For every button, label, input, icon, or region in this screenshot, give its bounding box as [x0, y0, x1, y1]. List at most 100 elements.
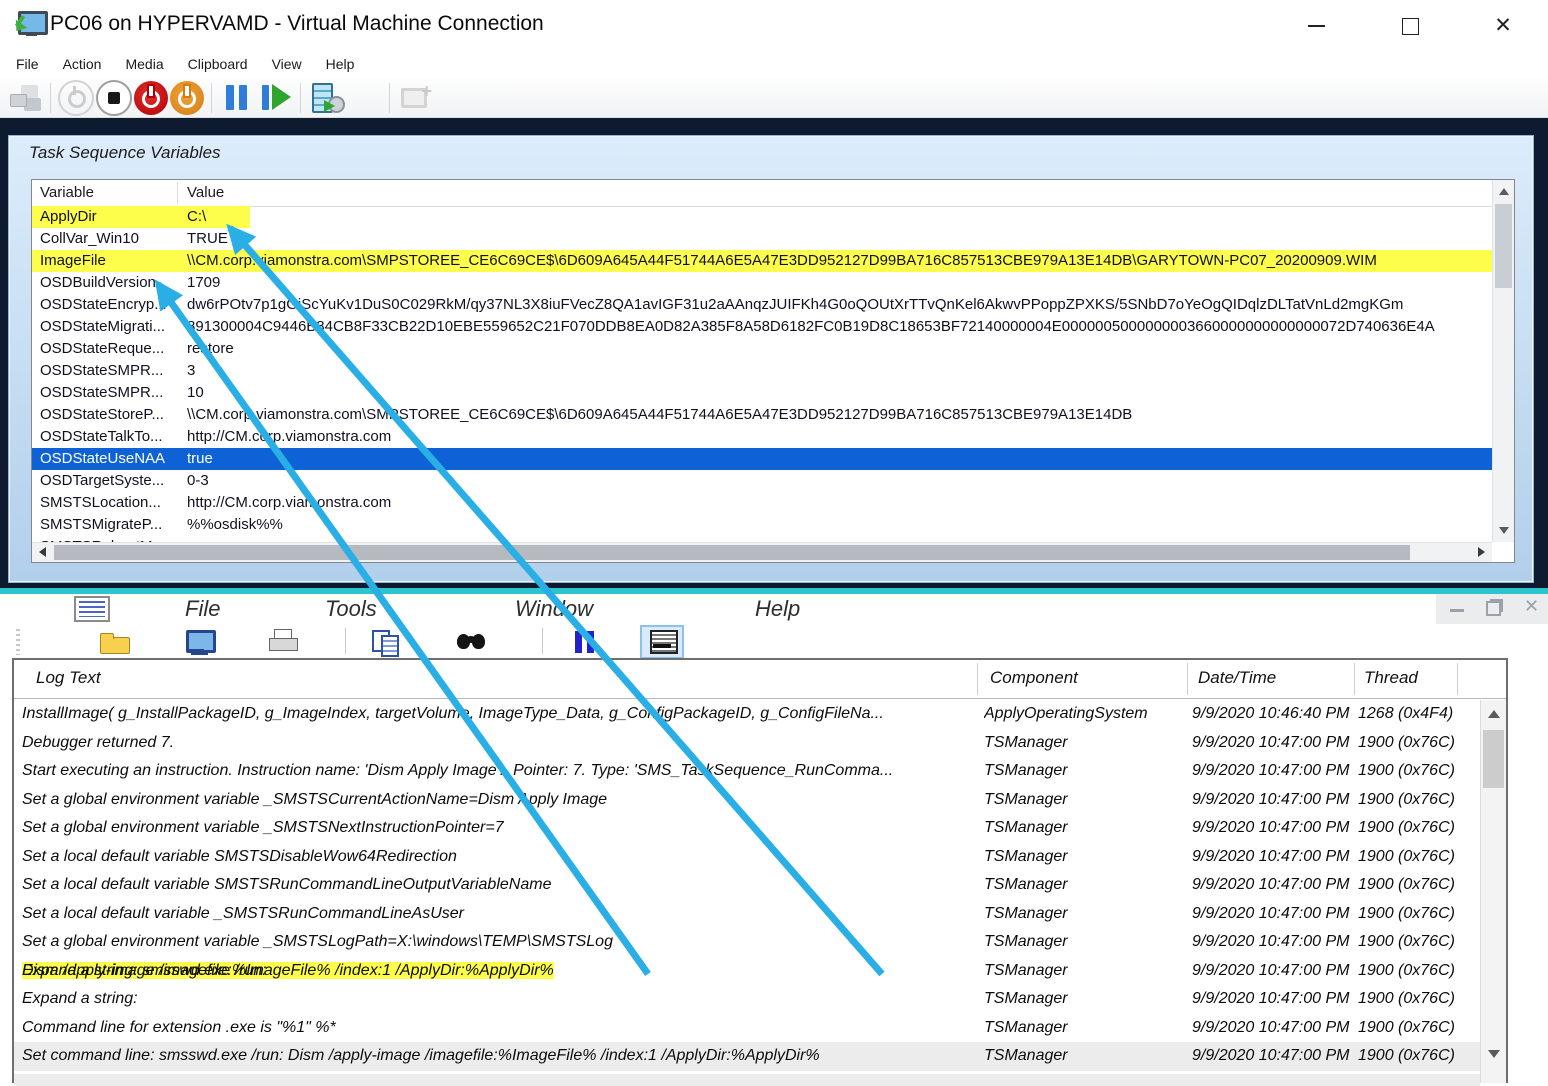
ts-horizontal-scrollbar[interactable] — [32, 542, 1492, 562]
menu-item-view[interactable]: View — [272, 56, 302, 72]
log-row[interactable]: Set a local default variable SMSTSRunCom… — [14, 871, 1480, 900]
ts-variable-row[interactable]: OSDStateStoreP...\\CM.corp.viamonstra.co… — [32, 404, 1492, 426]
menu-item-media[interactable]: Media — [125, 56, 163, 72]
find-icon[interactable] — [452, 627, 492, 657]
toolbar-separator — [389, 83, 390, 113]
minimize-button[interactable] — [1302, 14, 1332, 38]
log-row[interactable]: Set command line: smsswd.exe /run: Dism … — [14, 1042, 1480, 1071]
cmtrace-menu-item-window[interactable]: Window — [515, 594, 593, 624]
ts-variable-name: CollVar_Win10 — [40, 228, 178, 250]
ts-variable-row[interactable]: OSDStateReque...restore — [32, 338, 1492, 360]
checkpoint-icon[interactable] — [308, 80, 344, 116]
power-disabled-icon[interactable] — [58, 80, 94, 116]
cmtrace-restore-button[interactable] — [1486, 601, 1501, 616]
bottom-icon[interactable] — [640, 625, 684, 659]
ts-variable-value: %%osdisk%% — [187, 514, 1492, 536]
log-row[interactable]: Set a global environment variable _SMSTS… — [14, 814, 1480, 843]
log-component-cell: TSManager — [984, 900, 1184, 929]
turnoff-icon[interactable] — [134, 81, 168, 115]
log-row[interactable]: Command line for extension .exe is "%1" … — [14, 1014, 1480, 1043]
vertical-scroll-thumb[interactable] — [1495, 204, 1512, 288]
ts-variable-row[interactable]: ImageFile\\CM.corp.viamonstra.com\SMPSTO… — [32, 250, 1492, 272]
log-thread-cell: 1900 (0x76C) — [1358, 985, 1478, 1014]
ts-variable-name: ApplyDir — [40, 206, 178, 228]
ts-variable-row[interactable]: OSDBuildVersion1709 — [32, 272, 1492, 294]
log-component-cell: TSManager — [984, 928, 1184, 957]
menu-item-action[interactable]: Action — [63, 56, 102, 72]
log-rows-container: InstallImage( g_InstallPackageID, g_Imag… — [14, 660, 1506, 1083]
log-datetime-cell: 9/9/2020 10:47:00 PM — [1192, 814, 1352, 843]
ts-variable-row[interactable]: SMSTSMigrateP...%%osdisk%% — [32, 514, 1492, 536]
log-row[interactable]: Set a local default variable SMSTSDisabl… — [14, 843, 1480, 872]
ts-variable-row[interactable]: OSDStateEncryp...dw6rPOtv7p1gGiScYuKv1Du… — [32, 294, 1492, 316]
log-row[interactable]: Debugger returned 7.TSManager9/9/2020 10… — [14, 729, 1480, 758]
enhanced-icon[interactable] — [397, 80, 433, 116]
vertical-scroll-thumb[interactable] — [1483, 730, 1504, 788]
log-text-cell: Command line for extension .exe is "%1" … — [22, 1014, 968, 1043]
log-text-cell: Set a global environment variable _SMSTS… — [22, 814, 968, 843]
revert-icon[interactable] — [346, 80, 382, 116]
ts-variable-value: http://CM.corp.viamonstra.com — [187, 492, 1492, 514]
log-component-cell: ApplyOperatingSystem — [984, 700, 1184, 729]
ts-variable-row[interactable]: ApplyDirC:\ — [32, 206, 1492, 228]
ts-variable-row[interactable]: SMSTSLocation...http://CM.corp.viamonstr… — [32, 492, 1492, 514]
log-component-cell: TSManager — [984, 957, 1184, 986]
ts-variable-row[interactable]: OSDStateSMPR...10 — [32, 382, 1492, 404]
column-header-variable[interactable]: Variable — [40, 184, 94, 201]
start-icon[interactable] — [170, 81, 204, 115]
log-row[interactable]: Expand a string:TSManager9/9/2020 10:47:… — [14, 985, 1480, 1014]
column-separator[interactable] — [177, 182, 178, 204]
log-row[interactable]: Set a global environment variable _SMSTS… — [14, 928, 1480, 957]
scroll-up-arrow-icon[interactable] — [1488, 710, 1500, 718]
print-icon[interactable] — [264, 627, 304, 657]
ts-variable-row[interactable]: CollVar_Win10TRUE — [32, 228, 1492, 250]
ts-variable-name: OSDStateSMPR... — [40, 382, 178, 404]
ts-variable-name: OSDTargetSyste... — [40, 470, 178, 492]
log-row[interactable]: Set a global environment variable _SMSTS… — [14, 786, 1480, 815]
log-vertical-scrollbar[interactable] — [1480, 700, 1506, 1083]
toolbar-separator — [50, 83, 51, 113]
pause-icon[interactable] — [566, 627, 606, 657]
scroll-up-arrow-icon[interactable] — [1499, 188, 1509, 195]
ts-variable-value: 891300004C9446B84CB8F33CB22D10EBE559652C… — [187, 316, 1492, 338]
scroll-down-arrow-icon[interactable] — [1499, 527, 1509, 534]
maximize-button[interactable] — [1396, 14, 1426, 38]
ctrl-alt-del-icon[interactable] — [7, 80, 43, 116]
copy-icon[interactable] — [366, 627, 406, 657]
menu-item-clipboard[interactable]: Clipboard — [188, 56, 248, 72]
computer-icon[interactable] — [180, 627, 220, 657]
resume-icon[interactable] — [257, 80, 293, 116]
toolbar-separator — [542, 628, 543, 654]
close-button[interactable]: ✕ — [1488, 14, 1518, 38]
pause-icon[interactable] — [219, 80, 255, 116]
ts-variable-row[interactable]: OSDTargetSyste...0-3 — [32, 470, 1492, 492]
log-row[interactable]: Set a local default variable _SMSTSRunCo… — [14, 900, 1480, 929]
ts-variable-row[interactable]: OSDStateTalkTo...http://CM.corp.viamonst… — [32, 426, 1492, 448]
shutdown-icon[interactable] — [96, 80, 132, 116]
cmtrace-minimize-button[interactable] — [1450, 609, 1464, 612]
scroll-right-arrow-icon[interactable] — [1478, 547, 1485, 557]
menu-item-help[interactable]: Help — [326, 56, 355, 72]
scroll-down-arrow-icon[interactable] — [1488, 1050, 1500, 1058]
log-thread-cell: 1900 (0x76C) — [1358, 729, 1478, 758]
log-row[interactable]: Expand a string: smsswd.exe /run: Dism /… — [14, 957, 1480, 986]
log-thread-cell: 1900 (0x76C) — [1358, 957, 1478, 986]
ts-variable-row[interactable]: OSDStateUseNAAtrue — [32, 448, 1492, 470]
cmtrace-menu-item-file[interactable]: File — [185, 594, 220, 624]
log-datetime-cell: 9/9/2020 10:47:00 PM — [1192, 900, 1352, 929]
cmtrace-document-icon — [74, 596, 110, 622]
horizontal-scroll-thumb[interactable] — [54, 545, 1410, 560]
cmtrace-close-button[interactable]: ✕ — [1524, 596, 1539, 617]
menu-item-file[interactable]: File — [16, 56, 39, 72]
cmtrace-menu-item-help[interactable]: Help — [755, 594, 800, 624]
column-header-value[interactable]: Value — [187, 184, 224, 201]
scroll-left-arrow-icon[interactable] — [39, 547, 46, 557]
toolbar-grip[interactable] — [16, 629, 20, 655]
cmtrace-menu-item-tools[interactable]: Tools — [325, 594, 377, 624]
open-icon[interactable] — [96, 627, 136, 657]
ts-variable-row[interactable]: OSDStateMigrati...891300004C9446B84CB8F3… — [32, 316, 1492, 338]
ts-variable-row[interactable]: OSDStateSMPR...3 — [32, 360, 1492, 382]
log-row[interactable]: Start executing an instruction. Instruct… — [14, 757, 1480, 786]
log-row[interactable]: InstallImage( g_InstallPackageID, g_Imag… — [14, 700, 1480, 729]
ts-vertical-scrollbar[interactable] — [1492, 180, 1514, 542]
